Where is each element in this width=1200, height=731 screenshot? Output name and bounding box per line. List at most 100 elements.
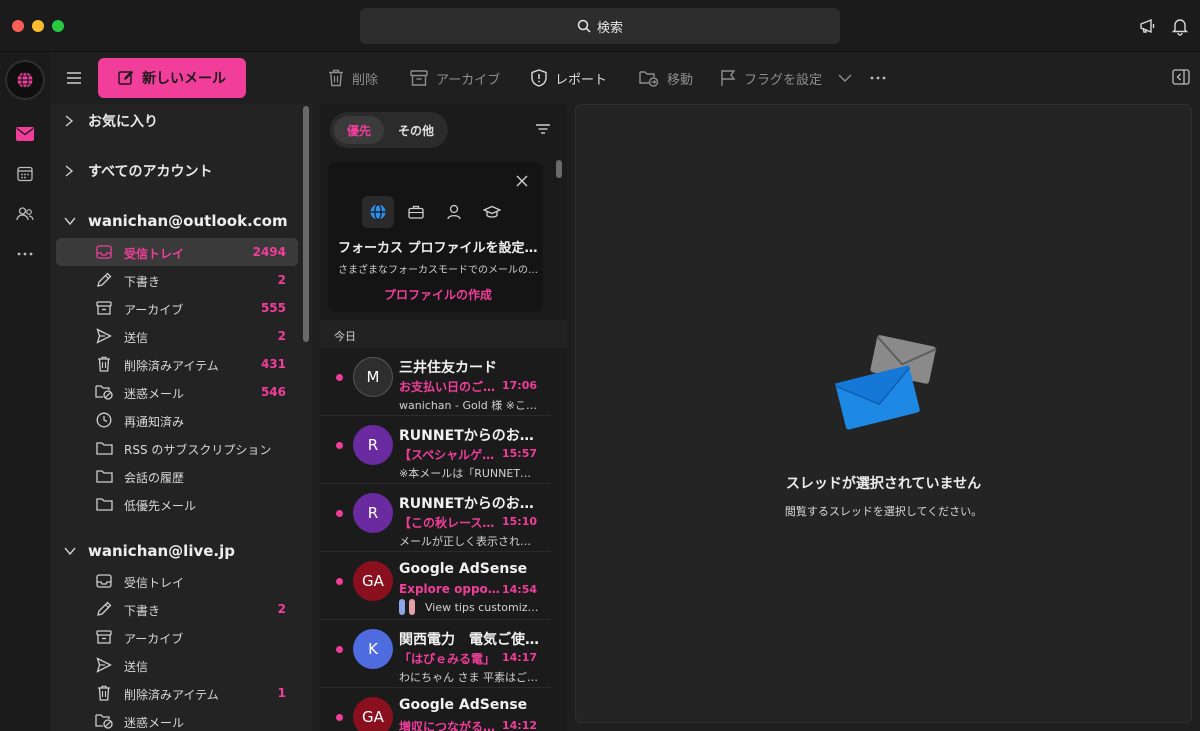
folder-item[interactable]: 受信トレイ 2494	[56, 238, 298, 266]
folder-item[interactable]: 会話の履歴	[56, 462, 298, 490]
unread-count: 431	[260, 357, 286, 371]
message-subject: 「はぴｅみる電」	[399, 652, 496, 666]
move-label: 移動	[667, 72, 694, 88]
folder-label: 再通知済み	[124, 415, 185, 429]
folder-label: 下書き	[124, 604, 161, 618]
archive-button[interactable]: アーカイブ	[410, 67, 500, 89]
folder-item[interactable]: 迷惑メール	[56, 707, 298, 731]
unread-count: 555	[260, 301, 286, 315]
message-item[interactable]: GA Google AdSense 増収につながるヒント14:12	[320, 689, 551, 731]
title-bar: 検索	[0, 0, 1200, 52]
delete-button[interactable]: 削除	[328, 67, 378, 89]
unread-dot	[336, 714, 343, 721]
filter-icon[interactable]	[534, 120, 552, 138]
folder-label: 低優先メール	[124, 499, 197, 513]
send-icon	[95, 327, 113, 345]
archive-icon	[95, 628, 113, 646]
more-actions-icon[interactable]	[870, 76, 886, 80]
shield-icon	[531, 69, 547, 87]
zoom-window-button[interactable]	[52, 20, 64, 32]
message-item[interactable]: GA Google AdSense Explore opportunities14:…	[320, 553, 551, 620]
folder-item[interactable]: 低優先メール	[56, 490, 298, 518]
folder-pane-scrollbar[interactable]	[303, 106, 309, 342]
hamburger-menu-icon[interactable]	[64, 68, 84, 88]
pencil-icon	[95, 600, 113, 618]
flag-button[interactable]: フラグを設定	[720, 67, 822, 89]
search-label: 検索	[596, 20, 623, 36]
sender-name: RUNNETからのお知らせ	[399, 496, 547, 512]
folder-item[interactable]: 送信	[56, 651, 298, 679]
message-time: 15:57	[501, 447, 537, 460]
create-profile-link[interactable]: プロファイルの作成	[338, 286, 538, 303]
mail-nav-button[interactable]	[15, 124, 35, 144]
close-icon[interactable]	[515, 174, 529, 188]
delete-label: 削除	[352, 72, 379, 88]
folder-item[interactable]: 再通知済み	[56, 406, 298, 434]
message-item[interactable]: R RUNNETからのお知らせ【スペシャルゲスト】15:57 ※本メールは「RUNN…	[320, 417, 551, 484]
new-mail-button[interactable]: 新しいメール	[98, 58, 246, 98]
all-accounts-group[interactable]: すべてのアカウント	[64, 159, 212, 183]
tab-other[interactable]: その他	[388, 116, 444, 144]
section-header-today: 今日	[320, 320, 567, 348]
folder-item[interactable]: RSS のサブスクリプション	[56, 434, 298, 462]
folder-item[interactable]: 下書き 2	[56, 266, 298, 294]
message-time: 15:10	[501, 515, 537, 528]
calendar-icon	[17, 166, 33, 182]
message-item[interactable]: R RUNNETからのお知らせ【この秋レース情報】15:10 メールが正しく表示され…	[320, 485, 551, 552]
more-icon	[17, 252, 33, 256]
message-list-scrollbar[interactable]	[556, 160, 562, 178]
message-subject: 増収につながるヒント	[399, 720, 501, 731]
report-button[interactable]: レポート	[531, 67, 607, 89]
collapse-pane-icon[interactable]	[1172, 69, 1190, 85]
bell-icon[interactable]	[1170, 16, 1190, 36]
message-preview: わにちゃん さま 平素はご愛顧	[399, 671, 539, 684]
more-apps-button[interactable]	[15, 244, 35, 264]
chevron-down-icon	[64, 547, 76, 556]
search-box[interactable]: 検索	[360, 8, 840, 44]
account-header-outlook[interactable]: wanichan@outlook.com	[64, 209, 288, 233]
minimize-window-button[interactable]	[32, 20, 44, 32]
school-profile-button[interactable]	[476, 196, 508, 228]
folder-icon	[95, 467, 113, 485]
personal-profile-button[interactable]	[438, 196, 470, 228]
category-tag	[409, 599, 415, 615]
folder-item[interactable]: 受信トレイ	[56, 567, 298, 595]
globe-profile-button[interactable]	[362, 196, 394, 228]
favorites-group[interactable]: お気に入り	[64, 109, 158, 133]
empty-state-subtitle: 閲覧するスレッドを選択してください。	[784, 505, 983, 518]
folder-item[interactable]: 削除済みアイテム 1	[56, 679, 298, 707]
folder-label: 会話の履歴	[124, 471, 185, 485]
unread-count: 2	[277, 602, 286, 616]
people-nav-button[interactable]	[15, 204, 35, 224]
close-window-button[interactable]	[12, 20, 24, 32]
calendar-nav-button[interactable]	[15, 164, 35, 184]
chevron-right-icon	[65, 165, 74, 177]
work-profile-button[interactable]	[400, 196, 432, 228]
account-globe-button[interactable]	[5, 60, 45, 100]
flag-label: フラグを設定	[744, 72, 823, 88]
megaphone-icon[interactable]	[1138, 16, 1158, 36]
folder-item[interactable]: 送信 2	[56, 322, 298, 350]
chevron-down-icon[interactable]	[838, 72, 852, 84]
new-mail-label: 新しいメール	[142, 71, 226, 87]
unread-dot	[336, 646, 343, 653]
sender-avatar: M	[353, 357, 393, 397]
message-item[interactable]: M 三井住友カード お支払い日のご案内 17:06 wanichan - Gold 様 …	[320, 349, 551, 416]
folder-item[interactable]: 迷惑メール 546	[56, 378, 298, 406]
message-subject: 【スペシャルゲスト】	[399, 448, 501, 462]
command-toolbar: 新しいメール 削除 アーカイブ レポート 移動 フラグを設定	[50, 52, 1200, 104]
folder-item[interactable]: アーカイブ	[56, 623, 298, 651]
message-item[interactable]: K 関西電力 電気ご使用量 「はぴｅみる電」 14:17 わにちゃん さま 平素はご愛顧	[320, 621, 551, 688]
folder-item[interactable]: 削除済みアイテム 431	[56, 350, 298, 378]
message-time: 17:06	[501, 379, 537, 392]
move-button[interactable]: 移動	[639, 67, 693, 89]
sender-avatar: R	[353, 425, 393, 465]
junk-folder-icon	[95, 383, 113, 401]
account-header-live[interactable]: wanichan@live.jp	[64, 539, 235, 563]
folder-item[interactable]: 下書き 2	[56, 595, 298, 623]
tab-focused[interactable]: 優先	[334, 116, 384, 144]
message-preview: wanichan - Gold 様 ※このメール	[399, 399, 539, 412]
folder-label: アーカイブ	[124, 303, 184, 317]
folder-item[interactable]: アーカイブ 555	[56, 294, 298, 322]
sender-avatar: GA	[353, 561, 393, 601]
